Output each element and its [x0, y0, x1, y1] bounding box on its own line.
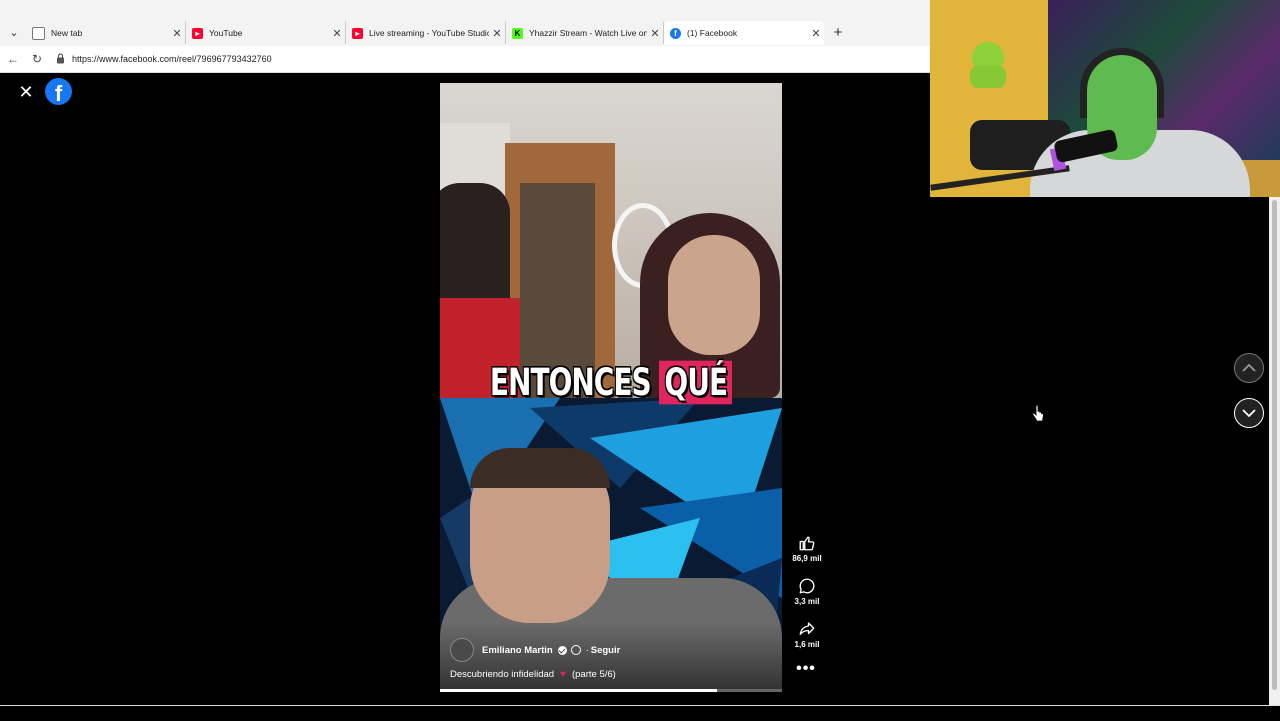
- window-bottom-edge: [0, 705, 1280, 721]
- kick-icon: K: [512, 27, 523, 39]
- close-tab-icon[interactable]: ✕: [489, 27, 505, 40]
- verified-badge-icon: [557, 645, 567, 655]
- back-arrow-icon[interactable]: ←: [4, 50, 22, 68]
- youtube-icon: ▸: [192, 27, 203, 39]
- close-tab-icon[interactable]: ✕: [169, 27, 185, 40]
- alien-figure-body: [970, 66, 1006, 88]
- newtab-page-icon: [32, 26, 45, 40]
- reload-icon[interactable]: ↻: [28, 50, 46, 68]
- tab-title: YouTube: [209, 28, 243, 38]
- description-text: Descubriendo infidelidad: [450, 669, 555, 680]
- video-top-scene: [440, 83, 782, 398]
- youtube-studio-icon: ▸: [352, 27, 363, 39]
- man-hair: [470, 448, 610, 488]
- tab-title: New tab: [51, 28, 83, 38]
- tab-list-dropdown-icon[interactable]: ⌄: [4, 22, 24, 42]
- video-progress-fill: [440, 689, 718, 692]
- close-tab-icon[interactable]: ✕: [647, 27, 663, 40]
- author-row: Emiliano Martin · Seguir: [450, 638, 620, 662]
- tab-title: Yhazzir Stream - Watch Live on Ki: [529, 28, 647, 38]
- separator-dot: ·: [585, 645, 589, 655]
- heart-emoji-icon: ♥: [560, 669, 566, 680]
- video-progress-bar[interactable]: [440, 689, 782, 692]
- url-field[interactable]: https://www.facebook.com/reel/7969677934…: [72, 54, 272, 64]
- close-reel-button[interactable]: ✕: [16, 82, 36, 102]
- reel-video[interactable]: ENTONCES QUÉ Emiliano Martin · Seguir De…: [440, 83, 782, 692]
- previous-reel-button[interactable]: [1234, 353, 1264, 383]
- tab-kick-stream[interactable]: K Yhazzir Stream - Watch Live on Ki ✕: [506, 22, 664, 44]
- tab-title: (1) Facebook: [687, 28, 738, 38]
- caption-word-2: QUÉ: [659, 360, 733, 405]
- avatar[interactable]: [450, 638, 474, 662]
- globe-icon: [570, 645, 581, 655]
- browser-tab-bar: ⌄ New tab ✕ ▸ YouTube ✕ ▸ Live streaming…: [0, 0, 930, 46]
- more-options-button[interactable]: •••: [796, 661, 816, 680]
- share-button[interactable]: 1,6 mil: [788, 620, 826, 649]
- chevron-up-icon: [1242, 363, 1256, 372]
- new-tab-button[interactable]: +: [829, 24, 847, 42]
- description-part: (parte 5/6): [571, 669, 616, 680]
- site-info-icon[interactable]: [56, 53, 65, 64]
- share-arrow-icon: [799, 622, 815, 635]
- next-reel-button[interactable]: [1234, 398, 1264, 428]
- facebook-icon: f: [670, 27, 681, 39]
- tab-youtube[interactable]: ▸ YouTube ✕: [186, 22, 346, 44]
- address-bar: ← ↻ https://www.facebook.com/reel/796967…: [0, 46, 930, 73]
- comment-icon: [799, 578, 815, 594]
- webcam-overlay: [930, 0, 1280, 197]
- facebook-logo[interactable]: f: [45, 78, 72, 105]
- share-count: 1,6 mil: [794, 640, 820, 649]
- comment-count: 3,3 mil: [794, 597, 820, 606]
- scrollbar-thumb[interactable]: [1272, 200, 1277, 690]
- like-count: 86,9 mil: [792, 554, 822, 563]
- follow-button[interactable]: Seguir: [591, 645, 621, 656]
- like-button[interactable]: 86,9 mil: [788, 534, 826, 563]
- page-scrollbar[interactable]: [1269, 195, 1280, 705]
- comment-button[interactable]: 3,3 mil: [788, 577, 826, 606]
- caption-word-1: ENTONCES: [489, 360, 652, 405]
- chevron-down-icon: [1242, 409, 1256, 418]
- author-name[interactable]: Emiliano Martin: [482, 645, 553, 656]
- close-tab-icon[interactable]: ✕: [808, 27, 824, 40]
- thumbs-up-icon: [799, 536, 815, 551]
- close-tab-icon[interactable]: ✕: [329, 27, 345, 40]
- tab-facebook[interactable]: f (1) Facebook ✕: [664, 21, 824, 45]
- hand-cursor-icon: [1032, 405, 1044, 422]
- reel-description: Descubriendo infidelidad ♥ (parte 5/6): [450, 669, 616, 680]
- tab-title: Live streaming - YouTube Studio: [369, 28, 489, 38]
- tab-youtube-studio[interactable]: ▸ Live streaming - YouTube Studio ✕: [346, 22, 506, 44]
- video-caption: ENTONCES QUÉ: [440, 360, 782, 405]
- tab-new-tab[interactable]: New tab ✕: [26, 22, 186, 44]
- woman-face: [668, 235, 760, 355]
